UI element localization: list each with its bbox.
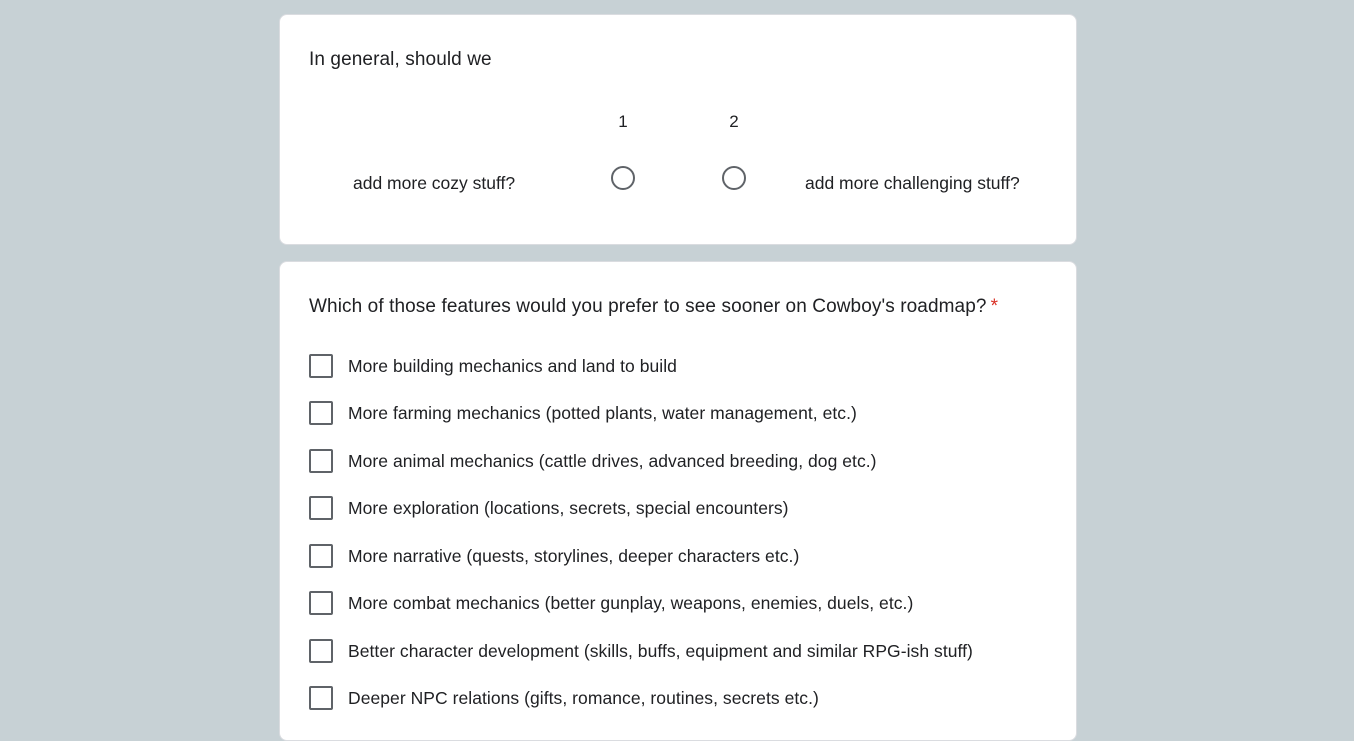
feature-option-label: More narrative (quests, storylines, deep… (348, 545, 800, 566)
feature-option-label: More building mechanics and land to buil… (348, 355, 677, 376)
feature-option-label: Deeper NPC relations (gifts, romance, ro… (348, 687, 819, 708)
checkbox-narrative[interactable] (309, 544, 333, 568)
scale-number-2: 2 (729, 112, 739, 131)
feature-option-farming[interactable]: More farming mechanics (potted plants, w… (309, 400, 857, 426)
checkbox-character[interactable] (309, 639, 333, 663)
checkbox-farming[interactable] (309, 401, 333, 425)
feature-option-label: More animal mechanics (cattle drives, ad… (348, 450, 877, 471)
checkbox-building[interactable] (309, 354, 333, 378)
scale-question-title: In general, should we (309, 49, 492, 70)
feature-option-label: More exploration (locations, secrets, sp… (348, 497, 789, 518)
features-question-text: Which of those features would you prefer… (309, 296, 987, 317)
checkbox-animal[interactable] (309, 449, 333, 473)
feature-option-character[interactable]: Better character development (skills, bu… (309, 638, 973, 664)
feature-option-narrative[interactable]: More narrative (quests, storylines, deep… (309, 543, 799, 569)
scale-radio-1[interactable] (611, 166, 635, 190)
feature-option-label: Better character development (skills, bu… (348, 640, 973, 661)
required-marker: * (990, 296, 999, 317)
feature-option-label: More combat mechanics (better gunplay, w… (348, 592, 914, 613)
checkbox-combat[interactable] (309, 591, 333, 615)
feature-option-animal[interactable]: More animal mechanics (cattle drives, ad… (309, 448, 877, 474)
feature-option-npc[interactable]: Deeper NPC relations (gifts, romance, ro… (309, 685, 819, 711)
features-question-card: Which of those features would you prefer… (279, 261, 1077, 741)
checkbox-exploration[interactable] (309, 496, 333, 520)
feature-option-exploration[interactable]: More exploration (locations, secrets, sp… (309, 495, 789, 521)
scale-number-1: 1 (618, 112, 628, 131)
scale-question-card: In general, should we 1 2 add more cozy … (279, 14, 1077, 245)
scale-radio-2[interactable] (722, 166, 746, 190)
feature-option-building[interactable]: More building mechanics and land to buil… (309, 353, 677, 379)
feature-option-label: More farming mechanics (potted plants, w… (348, 402, 857, 423)
scale-right-label: add more challenging stuff? (805, 173, 1020, 193)
scale-left-label: add more cozy stuff? (353, 173, 516, 193)
checkbox-npc[interactable] (309, 686, 333, 710)
features-question-title: Which of those features would you prefer… (309, 296, 998, 318)
feature-option-combat[interactable]: More combat mechanics (better gunplay, w… (309, 590, 913, 616)
